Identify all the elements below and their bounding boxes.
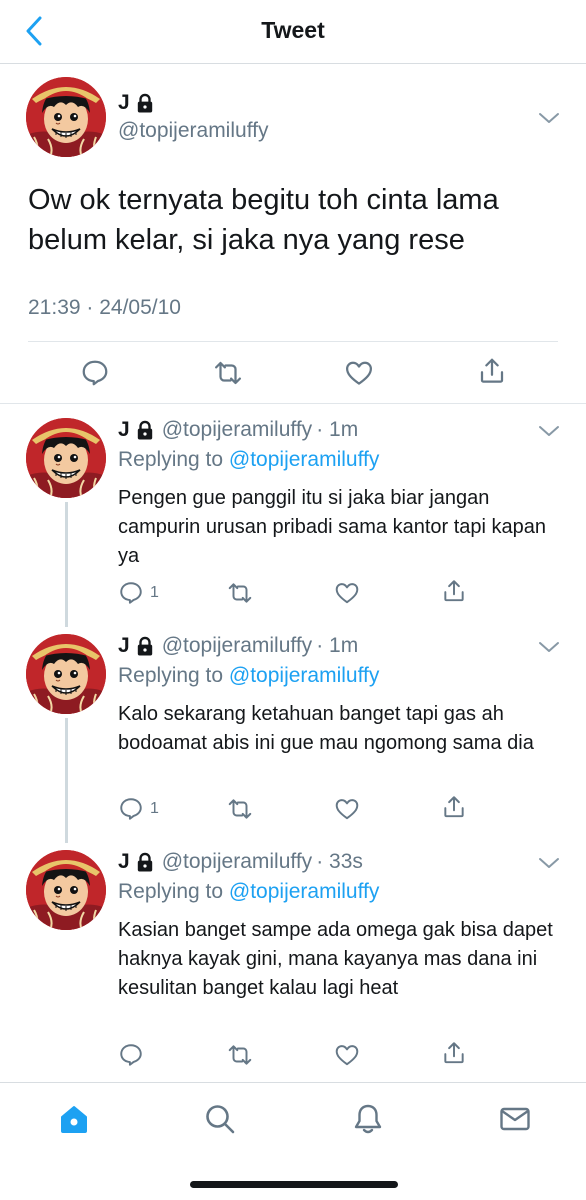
display-name: J	[118, 850, 130, 873]
retweet-icon	[227, 796, 253, 822]
mention-link[interactable]: @topijeramiluffy	[229, 664, 380, 687]
reply-text: Kalo sekarang ketahuan banget tapi gas a…	[118, 703, 534, 754]
reply-button[interactable]: 1	[118, 796, 159, 822]
share-button[interactable]	[477, 356, 507, 386]
reply-time: · 1m	[316, 634, 359, 657]
reply-button[interactable]	[80, 358, 110, 388]
display-name: J	[118, 91, 130, 114]
home-indicator	[190, 1181, 398, 1188]
replying-prefix: Replying to	[118, 448, 224, 471]
share-button[interactable]	[441, 1040, 467, 1066]
divider	[0, 403, 586, 404]
retweet-button[interactable]	[213, 358, 243, 388]
author-handle[interactable]: @topijeramiluffy	[118, 119, 269, 143]
tweet-text: Ow ok ternyata begitu toh cinta lama bel…	[28, 184, 499, 256]
chevron-down-icon[interactable]	[538, 856, 560, 870]
lock-icon	[136, 93, 154, 113]
lock-icon	[136, 636, 154, 656]
heart-icon	[334, 580, 360, 606]
heart-icon	[344, 358, 374, 388]
replying-prefix: Replying to	[118, 664, 224, 687]
share-icon	[441, 1040, 467, 1066]
like-button[interactable]	[344, 358, 374, 388]
lock-icon	[136, 852, 154, 872]
chevron-down-icon[interactable]	[538, 111, 560, 125]
replying-to: Replying to @topijeramiluffy	[118, 448, 379, 472]
home-icon	[61, 1106, 87, 1133]
chevron-down-icon[interactable]	[538, 640, 560, 654]
replying-to: Replying to @topijeramiluffy	[118, 664, 379, 688]
retweet-icon	[227, 1042, 253, 1068]
tab-search[interactable]	[202, 1101, 238, 1137]
share-icon	[477, 356, 507, 386]
share-button[interactable]	[441, 794, 467, 820]
share-icon	[441, 794, 467, 820]
author-handle: @topijeramiluffy	[161, 634, 313, 657]
avatar[interactable]	[26, 418, 106, 498]
reply-button[interactable]	[118, 1042, 150, 1068]
reply-text: Kasian banget sampe ada omega gak bisa d…	[118, 919, 553, 999]
reply-time: · 1m	[316, 418, 359, 441]
tab-notifications[interactable]	[350, 1101, 386, 1137]
share-button[interactable]	[441, 578, 467, 604]
chevron-down-icon[interactable]	[538, 424, 560, 438]
retweet-button[interactable]	[227, 580, 253, 606]
heart-icon	[334, 796, 360, 822]
tweet-timestamp: 21:39 · 24/05/10	[28, 296, 181, 319]
reply-count: 1	[150, 800, 159, 817]
mention-link[interactable]: @topijeramiluffy	[229, 880, 380, 903]
search-icon	[206, 1105, 235, 1134]
avatar[interactable]	[26, 634, 106, 714]
mention-link[interactable]: @topijeramiluffy	[229, 448, 380, 471]
reply-text: Pengen gue panggil itu si jaka biar jang…	[118, 487, 547, 567]
reply-icon	[118, 580, 144, 606]
reply-icon	[118, 796, 144, 822]
tab-home[interactable]	[56, 1101, 92, 1137]
display-name: J	[118, 418, 130, 441]
replying-prefix: Replying to	[118, 880, 224, 903]
retweet-button[interactable]	[227, 796, 253, 822]
tab-messages[interactable]	[497, 1101, 533, 1137]
divider	[28, 341, 558, 342]
retweet-button[interactable]	[227, 1042, 253, 1068]
reply-icon	[118, 1042, 144, 1068]
like-button[interactable]	[334, 580, 360, 606]
display-name: J	[118, 634, 130, 657]
reply-time: · 33s	[316, 850, 363, 873]
avatar[interactable]	[26, 850, 106, 930]
bell-icon	[354, 1104, 382, 1134]
reply-button[interactable]: 1	[118, 580, 159, 606]
retweet-icon	[227, 580, 253, 606]
reply-header[interactable]: J @topijeramiluffy · 33s	[118, 850, 363, 874]
retweet-icon	[213, 358, 243, 388]
author-handle: @topijeramiluffy	[161, 418, 313, 441]
avatar[interactable]	[26, 77, 106, 157]
like-button[interactable]	[334, 1042, 360, 1068]
thread-line	[65, 718, 68, 843]
thread-line	[65, 502, 68, 627]
reply-header[interactable]: J @topijeramiluffy · 1m	[118, 634, 358, 658]
like-button[interactable]	[334, 796, 360, 822]
reply-icon	[80, 358, 110, 388]
reply-count: 1	[150, 584, 159, 601]
lock-icon	[136, 420, 154, 440]
heart-icon	[334, 1042, 360, 1068]
replying-to: Replying to @topijeramiluffy	[118, 880, 379, 904]
top-bar: Tweet	[0, 0, 586, 64]
author-name[interactable]: J	[118, 91, 154, 115]
reply-header[interactable]: J @topijeramiluffy · 1m	[118, 418, 358, 442]
share-icon	[441, 578, 467, 604]
mail-icon	[500, 1107, 530, 1131]
page-title: Tweet	[261, 17, 325, 43]
author-handle: @topijeramiluffy	[161, 850, 313, 873]
